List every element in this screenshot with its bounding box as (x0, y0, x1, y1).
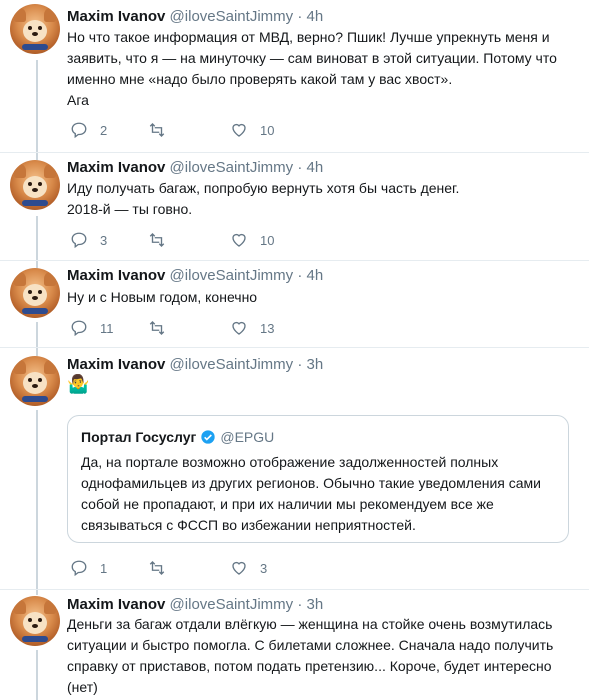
like-count: 10 (260, 122, 275, 138)
reply-count: 1 (100, 560, 108, 576)
user-handle[interactable]: @iloveSaintJimmy (170, 267, 294, 284)
shrug-emoji: 🤷‍♂️ (67, 374, 90, 394)
heart-icon (232, 123, 246, 137)
avatar[interactable] (10, 268, 60, 318)
tweet-text: Иду получать багаж, попробую вернуть хот… (67, 180, 460, 217)
reply-count: 3 (100, 232, 108, 248)
reply-icon (71, 122, 87, 139)
tweet[interactable]: Maxim Ivanov @iloveSaintJimmy · 4h Иду п… (0, 153, 589, 261)
avatar[interactable] (10, 356, 60, 406)
separator: · (297, 8, 303, 25)
timestamp[interactable]: 3h (306, 356, 323, 373)
timestamp[interactable]: 4h (306, 159, 323, 176)
timestamp[interactable]: 4h (306, 8, 323, 25)
reply-icon (71, 560, 87, 577)
separator: · (297, 356, 303, 373)
avatar[interactable] (10, 596, 60, 646)
tweet[interactable]: Maxim Ivanov @iloveSaintJimmy · 3h Деньг… (0, 590, 589, 700)
reply-icon (71, 232, 87, 249)
like-button[interactable]: 13 (230, 318, 274, 338)
tweet-text: Деньги за багаж отдали влёгкую — женщина… (67, 616, 554, 695)
tweet[interactable]: Maxim Ivanov @iloveSaintJimmy · 3h 🤷‍♂️ … (0, 348, 589, 590)
tweet-text: Но что такое информация от МВД, верно? П… (67, 29, 557, 108)
user-handle[interactable]: @iloveSaintJimmy (170, 8, 294, 25)
timestamp[interactable]: 3h (306, 596, 323, 613)
user-name[interactable]: Maxim Ivanov (67, 8, 165, 25)
reply-button[interactable]: 2 (70, 120, 107, 140)
like-button[interactable]: 10 (230, 230, 274, 250)
verified-badge-icon (201, 430, 216, 444)
reply-button[interactable]: 1 (70, 558, 107, 578)
user-name[interactable]: Maxim Ivanov (67, 596, 165, 613)
like-count: 10 (260, 232, 275, 248)
reply-count: 11 (100, 320, 114, 336)
retweet-button[interactable] (148, 230, 166, 250)
retweet-button[interactable] (148, 318, 166, 338)
quoted-tweet[interactable]: Портал Госуслуг @EPGU Да, на портале воз… (67, 415, 569, 543)
user-name[interactable]: Maxim Ivanov (67, 159, 165, 176)
retweet-icon (149, 123, 165, 137)
tweet-text: Ну и с Новым годом, конечно (67, 289, 258, 305)
retweet-button[interactable] (148, 558, 166, 578)
heart-icon (232, 321, 246, 335)
tweet[interactable]: Maxim Ivanov @iloveSaintJimmy · 4h Но чт… (0, 0, 589, 153)
avatar[interactable] (10, 160, 60, 210)
separator: · (297, 267, 303, 284)
quoted-tweet-text: Да, на портале возможно отображение задо… (81, 454, 541, 533)
user-handle[interactable]: @iloveSaintJimmy (170, 356, 294, 373)
separator: · (297, 596, 303, 613)
tweet-text: 🤷‍♂️ (67, 374, 567, 396)
timestamp[interactable]: 4h (306, 267, 323, 284)
separator: · (297, 159, 303, 176)
like-button[interactable]: 3 (230, 558, 267, 578)
retweet-button[interactable] (148, 120, 166, 140)
quoted-user-handle: @EPGU (220, 429, 275, 445)
like-count: 3 (260, 560, 268, 576)
heart-icon (232, 233, 246, 247)
like-button[interactable]: 10 (230, 120, 274, 140)
heart-icon (232, 561, 246, 575)
thread-line (36, 650, 38, 700)
reply-button[interactable]: 3 (70, 230, 107, 250)
reply-icon (71, 320, 87, 337)
user-handle[interactable]: @iloveSaintJimmy (170, 159, 294, 176)
user-name[interactable]: Maxim Ivanov (67, 356, 165, 373)
user-name[interactable]: Maxim Ivanov (67, 267, 165, 284)
like-count: 13 (260, 320, 275, 336)
retweet-icon (149, 321, 165, 335)
avatar[interactable] (10, 4, 60, 54)
tweet[interactable]: Maxim Ivanov @iloveSaintJimmy · 4h Ну и … (0, 261, 589, 348)
user-handle[interactable]: @iloveSaintJimmy (170, 596, 294, 613)
retweet-icon (149, 561, 165, 575)
quoted-user-name: Портал Госуслуг (81, 429, 197, 445)
reply-button[interactable]: 11 (70, 318, 114, 338)
retweet-icon (149, 233, 165, 247)
reply-count: 2 (100, 122, 108, 138)
